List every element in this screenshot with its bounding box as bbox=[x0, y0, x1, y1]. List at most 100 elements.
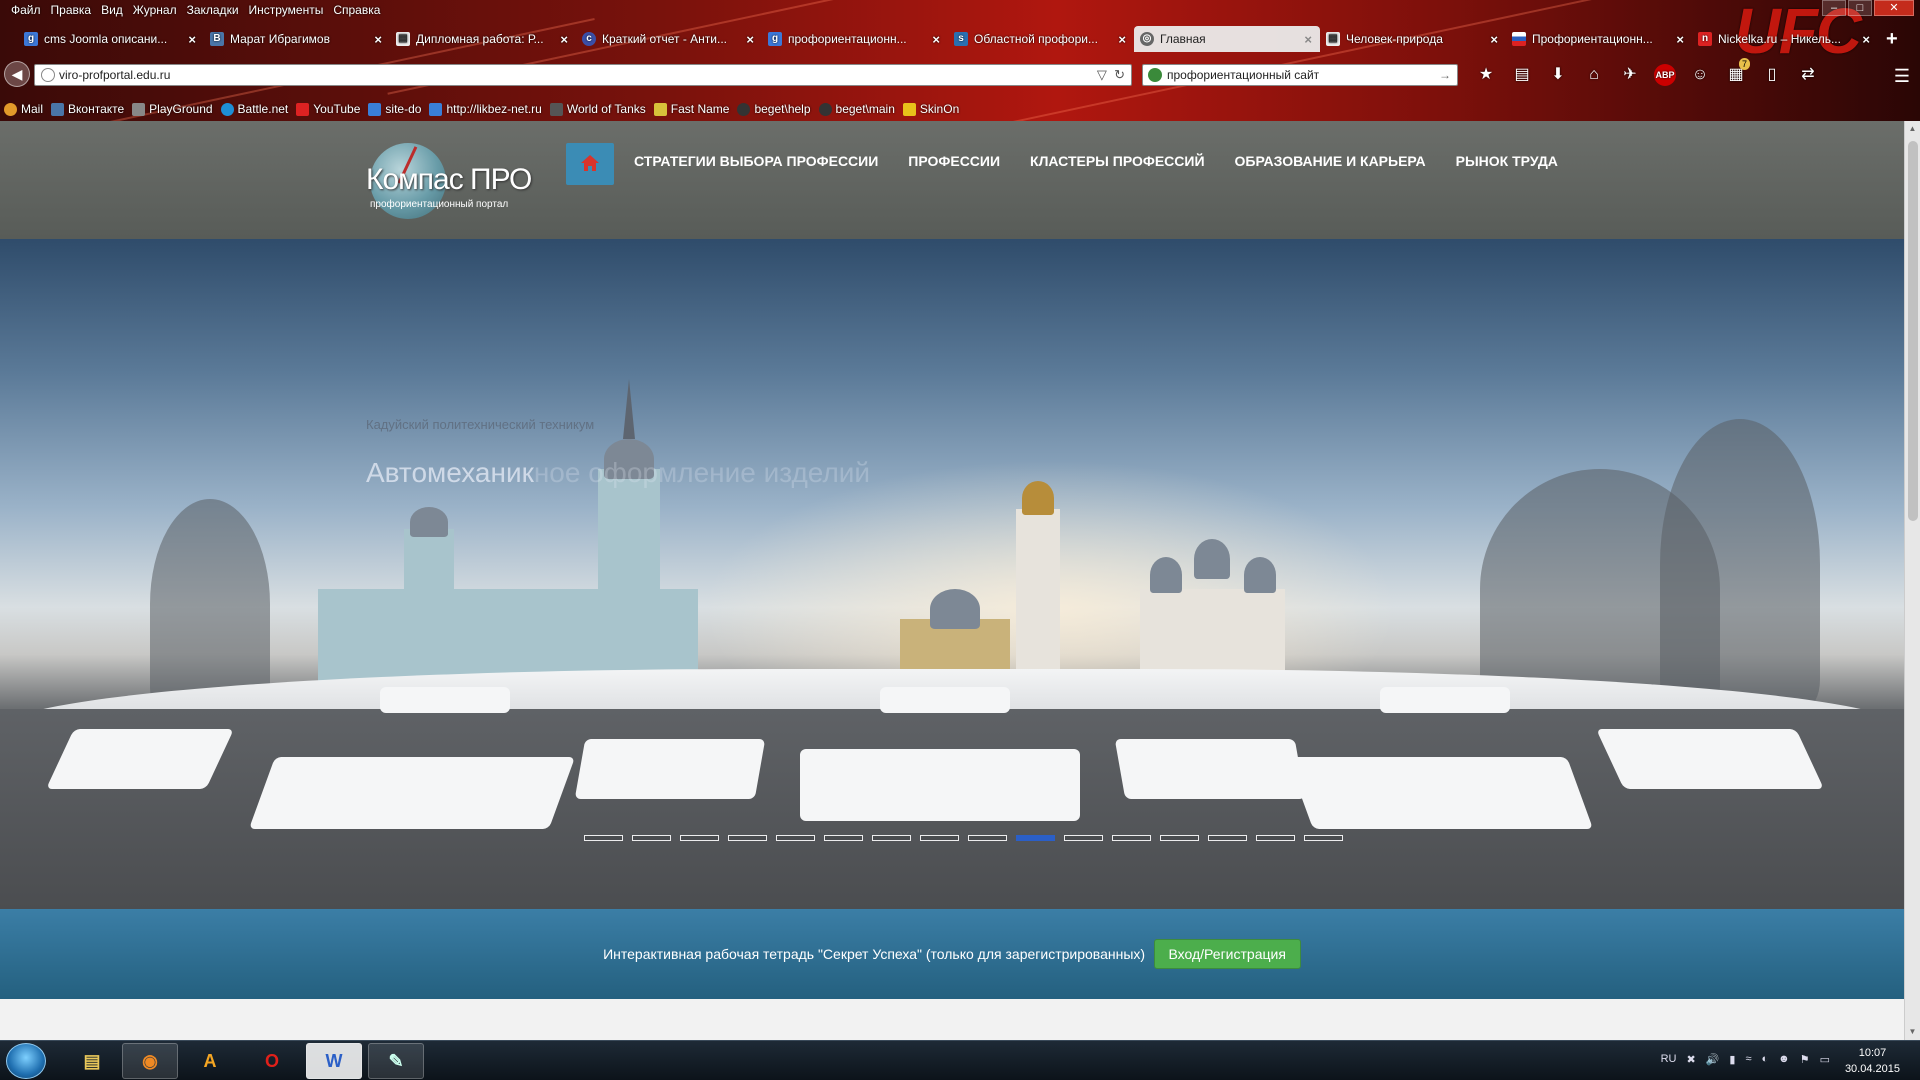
close-tab-icon[interactable]: × bbox=[560, 32, 568, 47]
send-icon[interactable]: ✈ bbox=[1618, 64, 1642, 86]
battery-icon[interactable]: ▮ bbox=[1729, 1053, 1735, 1066]
slider-dot[interactable] bbox=[680, 835, 719, 841]
address-bar[interactable]: viro-profportal.edu.ru ▽ ↻ bbox=[34, 64, 1132, 86]
close-tab-icon[interactable]: × bbox=[1490, 32, 1498, 47]
explorer-taskbar-icon[interactable]: ▤ bbox=[64, 1043, 120, 1079]
slider-dot[interactable] bbox=[968, 835, 1007, 841]
slider-dot[interactable] bbox=[920, 835, 959, 841]
chat-icon[interactable]: ☺ bbox=[1688, 64, 1712, 86]
sync-icon[interactable]: ⇄ bbox=[1796, 64, 1820, 86]
back-button[interactable]: ◀ bbox=[4, 61, 30, 87]
minimize-button[interactable]: – bbox=[1822, 0, 1846, 16]
nav-labor-market[interactable]: РЫНОК ТРУДА bbox=[1456, 153, 1558, 169]
menu-icon[interactable]: ☰ bbox=[1894, 66, 1910, 87]
site-identity-icon[interactable] bbox=[41, 68, 55, 82]
close-tab-icon[interactable]: × bbox=[1304, 32, 1312, 47]
clock[interactable]: 10:07 30.04.2015 bbox=[1845, 1045, 1900, 1077]
search-go-icon[interactable]: → bbox=[1439, 65, 1451, 85]
close-tab-icon[interactable]: × bbox=[188, 32, 196, 47]
slider-dot[interactable] bbox=[824, 835, 863, 841]
bookmark-item[interactable]: SkinOn bbox=[902, 100, 959, 118]
nav-education-career[interactable]: ОБРАЗОВАНИЕ И КАРЬЕРА bbox=[1235, 153, 1426, 169]
paint-taskbar-icon[interactable]: ✎ bbox=[368, 1043, 424, 1079]
menu-bookmarks[interactable]: Закладки bbox=[182, 2, 244, 18]
menu-view[interactable]: Вид bbox=[96, 2, 128, 18]
bookmark-item[interactable]: http://likbez-net.ru bbox=[429, 100, 542, 118]
maximize-button[interactable]: □ bbox=[1848, 0, 1872, 16]
network-icon[interactable]: ≈ bbox=[1745, 1053, 1751, 1066]
menu-edit[interactable]: Правка bbox=[46, 2, 97, 18]
scroll-down-icon[interactable]: ▼ bbox=[1905, 1024, 1920, 1040]
slider-dot[interactable] bbox=[776, 835, 815, 841]
bookmark-item[interactable]: World of Tanks bbox=[549, 100, 646, 118]
bookmarks-list-icon[interactable]: ▤ bbox=[1510, 64, 1534, 86]
slider-dot[interactable] bbox=[1016, 835, 1055, 841]
tray-icon[interactable]: ◐ bbox=[1761, 1053, 1768, 1066]
home-button[interactable] bbox=[566, 143, 614, 185]
close-window-button[interactable]: ✕ bbox=[1874, 0, 1914, 16]
downloads-icon[interactable]: ⬇ bbox=[1546, 64, 1570, 86]
slider-dot[interactable] bbox=[1064, 835, 1103, 841]
clipboard-icon[interactable]: ▯ bbox=[1760, 64, 1784, 86]
bookmark-item[interactable]: Вконтакте bbox=[51, 100, 124, 118]
search-engine-icon[interactable] bbox=[1148, 68, 1162, 82]
browser-tab[interactable]: g профориентационн... × bbox=[762, 26, 948, 52]
slider-dot[interactable] bbox=[1160, 835, 1199, 841]
nav-clusters[interactable]: КЛАСТЕРЫ ПРОФЕССИЙ bbox=[1030, 153, 1204, 169]
browser-tab[interactable]: c Краткий отчет - Анти... × bbox=[576, 26, 762, 52]
slider-dot[interactable] bbox=[728, 835, 767, 841]
language-indicator[interactable]: RU bbox=[1661, 1053, 1677, 1066]
new-tab-button[interactable]: + bbox=[1878, 26, 1906, 52]
close-tab-icon[interactable]: × bbox=[1676, 32, 1684, 47]
slider-dot[interactable] bbox=[1112, 835, 1151, 841]
menu-tools[interactable]: Инструменты bbox=[244, 2, 329, 18]
reload-icon[interactable]: ▽ ↻ bbox=[1097, 65, 1125, 85]
slider-dot[interactable] bbox=[1304, 835, 1343, 841]
browser-tab[interactable]: ▤ Дипломная работа: Р... × bbox=[390, 26, 576, 52]
opera-taskbar-icon[interactable]: O bbox=[244, 1043, 300, 1079]
aimp-taskbar-icon[interactable]: A bbox=[182, 1043, 238, 1079]
adblock-icon[interactable]: ABP bbox=[1654, 64, 1676, 86]
addon-icon[interactable]: ▦ 7 bbox=[1724, 58, 1750, 86]
menu-history[interactable]: Журнал bbox=[128, 2, 182, 18]
browser-tab[interactable]: n Nickelka.ru – Никель... × bbox=[1692, 26, 1878, 52]
bookmark-item[interactable]: beget\help bbox=[737, 100, 811, 118]
login-register-button[interactable]: Вход/Регистрация bbox=[1153, 939, 1301, 969]
close-tab-icon[interactable]: × bbox=[932, 32, 940, 47]
bookmark-item[interactable]: Fast Name bbox=[653, 100, 729, 118]
close-tab-icon[interactable]: × bbox=[1118, 32, 1126, 47]
slider-dot[interactable] bbox=[872, 835, 911, 841]
slider-dot[interactable] bbox=[632, 835, 671, 841]
browser-tab[interactable]: Профориентационн... × bbox=[1506, 26, 1692, 52]
browser-tab[interactable]: s Областной профори... × bbox=[948, 26, 1134, 52]
bookmark-item[interactable]: YouTube bbox=[296, 100, 360, 118]
tray-icon[interactable]: ✖ bbox=[1686, 1053, 1695, 1066]
tray-icon[interactable]: ☻ bbox=[1778, 1053, 1790, 1066]
bookmark-star-icon[interactable]: ★ bbox=[1474, 64, 1498, 86]
browser-tab[interactable]: g cms Joomla описани... × bbox=[18, 26, 204, 52]
browser-tab[interactable]: В Марат Ибрагимов × bbox=[204, 26, 390, 52]
browser-tab-active[interactable]: ◎ Главная × bbox=[1134, 26, 1320, 52]
bookmark-item[interactable]: site-do bbox=[368, 100, 421, 118]
scroll-thumb[interactable] bbox=[1908, 141, 1918, 521]
search-bar[interactable]: профориентационный сайт → bbox=[1142, 64, 1458, 86]
slider-dot[interactable] bbox=[1208, 835, 1247, 841]
close-tab-icon[interactable]: × bbox=[746, 32, 754, 47]
close-tab-icon[interactable]: × bbox=[374, 32, 382, 47]
volume-icon[interactable]: 🔊 bbox=[1706, 1053, 1720, 1066]
slider-dot[interactable] bbox=[1256, 835, 1295, 841]
firefox-taskbar-icon[interactable]: ◉ bbox=[122, 1043, 178, 1079]
display-icon[interactable]: ▭ bbox=[1820, 1053, 1830, 1066]
bookmark-item[interactable]: Mail bbox=[4, 100, 43, 118]
page-scrollbar[interactable]: ▲ ▼ bbox=[1904, 121, 1920, 1040]
home-icon[interactable]: ⌂ bbox=[1582, 64, 1606, 86]
slider-dot[interactable] bbox=[584, 835, 623, 841]
word-taskbar-icon[interactable]: W bbox=[306, 1043, 362, 1079]
scroll-up-icon[interactable]: ▲ bbox=[1905, 121, 1920, 137]
browser-tab[interactable]: ▤ Человек-природа × bbox=[1320, 26, 1506, 52]
start-button[interactable] bbox=[6, 1043, 46, 1079]
bookmark-item[interactable]: beget\main bbox=[818, 100, 895, 118]
action-center-icon[interactable]: ⚑ bbox=[1800, 1053, 1810, 1066]
nav-strategies[interactable]: СТРАТЕГИИ ВЫБОРА ПРОФЕССИИ bbox=[634, 153, 878, 169]
bookmark-item[interactable]: Battle.net bbox=[220, 100, 288, 118]
